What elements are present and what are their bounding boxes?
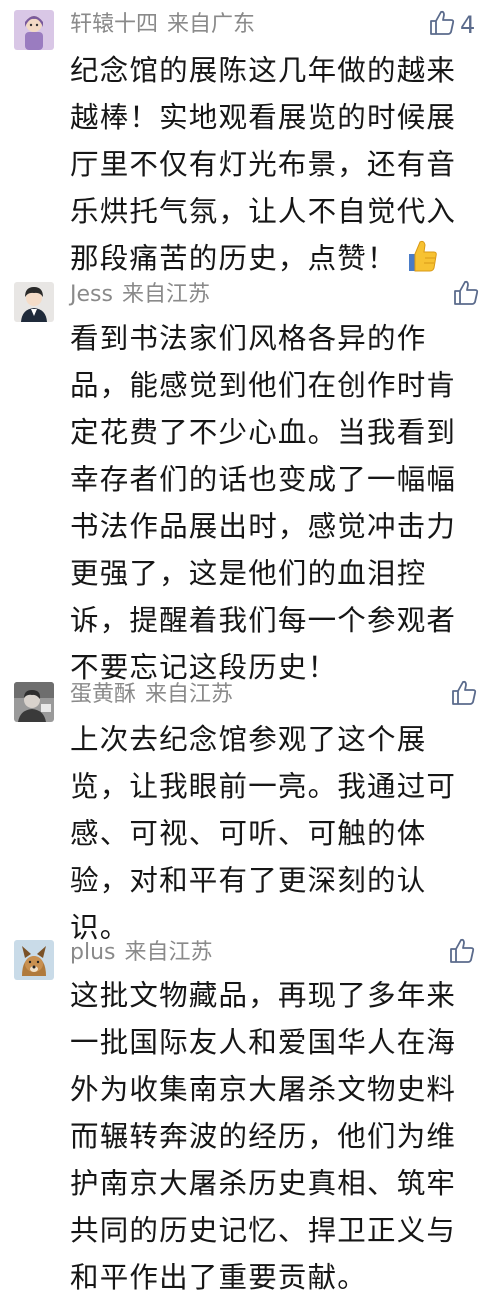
comment-line: 一批国际友人和爱国华人在海	[70, 1026, 457, 1059]
like-button[interactable]	[452, 278, 480, 312]
author-name[interactable]: 轩辕十四	[70, 12, 158, 37]
like-count: 4	[460, 11, 476, 39]
like-button[interactable]: 4	[428, 8, 475, 42]
avatar[interactable]	[14, 682, 54, 722]
comment-line: 纪念馆的展陈这几年做的越来	[70, 54, 457, 87]
comment-line: 共同的历史记忆、捍卫正义与	[70, 1214, 457, 1247]
author-location: 来自江苏	[121, 282, 210, 307]
comment-text: 纪念馆的展陈这几年做的越来 越棒！实地观看展览的时候展 厅里不仅有灯光布景，还有…	[70, 47, 475, 288]
comment-text: 看到书法家们风格各异的作 品，能感觉到他们在创作时肯 定花费了不少心血。当我看到…	[70, 315, 475, 691]
comment-line: 乐烘托气氛，让人不自觉代入	[70, 195, 457, 228]
comment-line: 览，让我眼前一亮。我通过可	[70, 770, 457, 803]
comment-line: 厅里不仅有灯光布景，还有音	[70, 148, 457, 181]
comment-author: Jess 来自江苏	[70, 280, 210, 310]
comment-author: plus 来自江苏	[70, 938, 213, 968]
comment-line: 更强了，这是他们的血泪控	[70, 557, 427, 590]
like-button[interactable]	[448, 936, 476, 970]
comment-author: 蛋黄酥 来自江苏	[70, 680, 233, 710]
comment-line: 品，能感觉到他们在创作时肯	[70, 369, 457, 402]
comment-line: 上次去纪念馆参观了这个展	[70, 723, 427, 756]
comment-line: 和平作出了重要贡献。	[70, 1261, 368, 1294]
comment-line: 感、可视、可听、可触的体	[70, 817, 427, 850]
like-button[interactable]	[450, 678, 478, 712]
author-name[interactable]: Jess	[70, 282, 113, 307]
author-name[interactable]: 蛋黄酥	[70, 682, 136, 707]
thumbs-up-icon[interactable]	[450, 679, 478, 711]
avatar[interactable]	[14, 282, 54, 322]
thumbs-up-icon[interactable]	[448, 937, 476, 969]
avatar[interactable]	[14, 940, 54, 980]
comment-line: 而辗转奔波的经历，他们为维	[70, 1120, 457, 1153]
comment-line: 验，对和平有了更深刻的认	[70, 864, 427, 897]
comment-line: 看到书法家们风格各异的作	[70, 322, 427, 355]
comment-author: 轩辕十四 来自广东	[70, 10, 255, 40]
author-location: 来自江苏	[124, 940, 213, 965]
comment-line: 幸存者们的话也变成了一幅幅	[70, 463, 457, 496]
comment-text: 上次去纪念馆参观了这个展 览，让我眼前一亮。我通过可 感、可视、可听、可触的体 …	[70, 716, 475, 951]
author-location: 来自广东	[167, 12, 256, 37]
comment-line: 书法作品展出时，感觉冲击力	[70, 510, 457, 543]
comment-text: 这批文物藏品，再现了多年来 一批国际友人和爱国华人在海 外为收集南京大屠杀文物史…	[70, 972, 475, 1301]
comment-line: 外为收集南京大屠杀文物史料	[70, 1073, 457, 1106]
thumbs-up-icon[interactable]	[452, 279, 480, 311]
comment-line: 诉，提醒着我们每一个参观者	[70, 604, 457, 637]
thumbs-up-icon[interactable]	[428, 9, 456, 41]
comment-line: 这批文物藏品，再现了多年来	[70, 979, 457, 1012]
comment-line: 定花费了不少心血。当我看到	[70, 416, 457, 449]
author-location: 来自江苏	[145, 682, 234, 707]
author-name[interactable]: plus	[70, 940, 115, 965]
avatar[interactable]	[14, 10, 54, 50]
comment-line: 护南京大屠杀历史真相、筑牢	[70, 1167, 457, 1200]
comment-line: 越棒！实地观看展览的时候展	[70, 101, 457, 134]
comment-line-text: 那段痛苦的历史，点赞！	[70, 242, 397, 275]
thumbs-up-emoji-icon	[403, 238, 439, 288]
